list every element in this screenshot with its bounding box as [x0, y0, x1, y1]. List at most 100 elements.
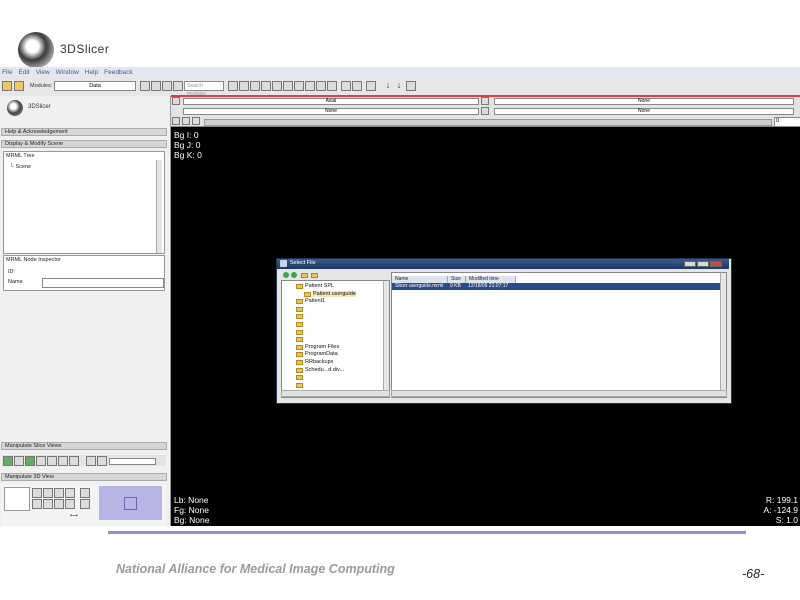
list-h-scrollbar[interactable]: [391, 390, 727, 397]
section-3d-view[interactable]: Manipulate 3D View: [1, 473, 167, 481]
slice-options-icon[interactable]: [182, 117, 190, 125]
mrml-tree-label: MRML Tree: [6, 153, 35, 159]
menu-feedback[interactable]: Feedback: [104, 67, 133, 78]
redo-icon[interactable]: [352, 81, 362, 91]
tool-7-icon[interactable]: [294, 81, 304, 91]
view-tool-4-icon[interactable]: [65, 488, 75, 498]
slice-tool-1-icon[interactable]: [3, 456, 13, 466]
name-field[interactable]: [42, 278, 164, 288]
tree-item[interactable]: Patient1: [305, 298, 325, 304]
tool-4-icon[interactable]: [261, 81, 271, 91]
list-v-scrollbar[interactable]: [720, 273, 726, 395]
overlay-r: R: 199.1: [765, 495, 798, 505]
tree-item[interactable]: Program Files: [305, 344, 339, 350]
menu-window[interactable]: Window: [56, 67, 79, 78]
slice-offset-slider[interactable]: [204, 119, 772, 126]
file-list[interactable]: [391, 272, 727, 398]
up-folder-icon[interactable]: [301, 273, 308, 278]
slice-slider[interactable]: [109, 458, 156, 465]
view-axes-widget[interactable]: [4, 487, 30, 511]
view-tool-5-icon[interactable]: [32, 499, 42, 509]
fiducial-icon[interactable]: [406, 81, 416, 91]
tree-item[interactable]: RRbackups: [305, 359, 333, 365]
tree-item[interactable]: Patient userguide: [313, 290, 356, 297]
slice-tool-4-icon[interactable]: [36, 456, 46, 466]
background-select[interactable]: None: [494, 98, 794, 105]
view-tool-8-icon[interactable]: [65, 499, 75, 509]
slice-offset-value[interactable]: 0: [774, 117, 800, 127]
slice-fit-icon[interactable]: [172, 117, 180, 125]
minimize-button[interactable]: [684, 261, 696, 267]
view-tool-1-icon[interactable]: [32, 488, 42, 498]
slice-tool-3-icon[interactable]: [25, 456, 35, 466]
next-module-button[interactable]: [151, 81, 161, 91]
col-name[interactable]: Name: [392, 276, 448, 283]
menu-file[interactable]: File: [2, 67, 12, 78]
tool-9-icon[interactable]: [316, 81, 326, 91]
tool-1-icon[interactable]: [228, 81, 238, 91]
layout-icon[interactable]: [366, 81, 376, 91]
tool-5-icon[interactable]: [272, 81, 282, 91]
arrow-down-icon[interactable]: ↓: [383, 81, 393, 91]
folder-icon: [296, 352, 303, 358]
layout-green-icon[interactable]: [305, 81, 315, 91]
section-slice-views[interactable]: Manipulate Slice Views: [1, 442, 167, 450]
save-scene-icon[interactable]: [14, 81, 24, 91]
search-modules-input[interactable]: Search modules: [184, 81, 224, 97]
tree-scrollbar[interactable]: [156, 160, 162, 253]
maximize-button[interactable]: [697, 261, 709, 267]
module-history-button[interactable]: [162, 81, 172, 91]
tool-6-icon[interactable]: [283, 81, 293, 91]
tree-item[interactable]: ProgramData: [305, 351, 338, 357]
menu-edit[interactable]: Edit: [18, 67, 29, 78]
view-tool-3-icon[interactable]: [54, 488, 64, 498]
bg-layer-icon[interactable]: [481, 97, 489, 105]
slice-tool-5-icon[interactable]: [47, 456, 57, 466]
refresh-icon[interactable]: [173, 81, 183, 91]
view-tool-2-icon[interactable]: [43, 488, 53, 498]
tree-item[interactable]: Schedu...d.div...: [305, 367, 344, 373]
undo-icon[interactable]: [341, 81, 351, 91]
tool-2-icon[interactable]: [239, 81, 249, 91]
label-select[interactable]: None: [494, 108, 794, 115]
spin-icon[interactable]: ⟷: [70, 513, 78, 519]
view-tool-10-icon[interactable]: [80, 499, 90, 509]
id-label: ID:: [8, 269, 16, 275]
menu-help[interactable]: Help: [85, 67, 98, 78]
new-folder-icon[interactable]: [311, 273, 318, 278]
tool-10-icon[interactable]: [327, 81, 337, 91]
file-row-selected[interactable]: Slicer userguide.mrml 9 KB 12/18/09 21:0…: [392, 283, 720, 290]
foreground-select[interactable]: None: [183, 108, 479, 115]
forward-icon[interactable]: [291, 272, 297, 278]
tool-3-icon[interactable]: [250, 81, 260, 91]
slice-tool-2-icon[interactable]: [14, 456, 24, 466]
col-modified[interactable]: Modified time: [466, 276, 516, 283]
menu-view[interactable]: View: [36, 67, 50, 78]
close-button[interactable]: [710, 261, 722, 267]
back-icon[interactable]: [283, 272, 289, 278]
slice-tool-9-icon[interactable]: [97, 456, 107, 466]
col-size[interactable]: Size: [448, 276, 466, 283]
tree-h-scrollbar[interactable]: [281, 390, 390, 397]
slice-tool-8-icon[interactable]: [86, 456, 96, 466]
pin-icon[interactable]: [172, 97, 180, 105]
module-select[interactable]: Data: [54, 81, 136, 91]
view-tool-6-icon[interactable]: [43, 499, 53, 509]
section-display-modify[interactable]: Display & Modify Scene: [1, 140, 167, 148]
tree-item[interactable]: Patient SPL: [305, 283, 334, 289]
folder-tree[interactable]: Patient SPL Patient userguide Patient1 Prog…: [281, 280, 390, 398]
load-scene-icon[interactable]: [2, 81, 12, 91]
arrow-down-2-icon[interactable]: ↓: [394, 81, 404, 91]
tree-node-scene[interactable]: └ Scene: [10, 164, 31, 170]
prev-module-button[interactable]: [140, 81, 150, 91]
orientation-select[interactable]: Axial: [183, 98, 479, 105]
slice-tool-6-icon[interactable]: [58, 456, 68, 466]
fg-layer-icon[interactable]: [481, 107, 489, 115]
view-thumbnail[interactable]: [99, 486, 162, 520]
view-tool-7-icon[interactable]: [54, 499, 64, 509]
view-tool-9-icon[interactable]: [80, 488, 90, 498]
slice-menu-icon[interactable]: [192, 117, 200, 125]
tree-v-scrollbar[interactable]: [383, 281, 389, 395]
slice-tool-7-icon[interactable]: [69, 456, 79, 466]
section-help[interactable]: Help & Acknowledgement: [1, 128, 167, 136]
